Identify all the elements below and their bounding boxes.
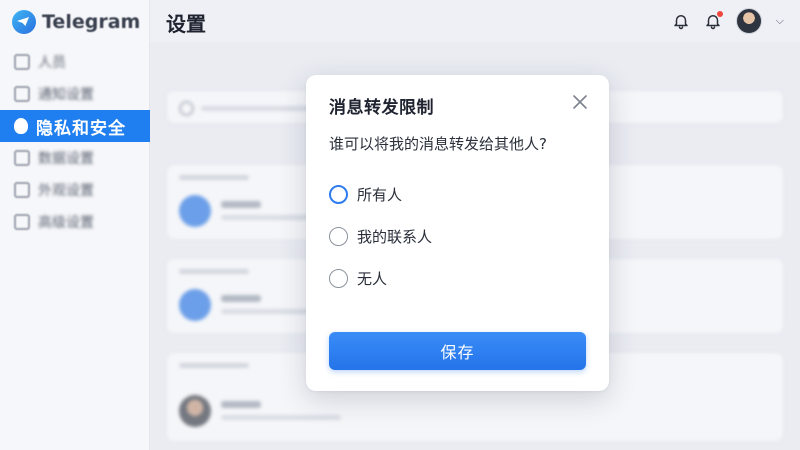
save-button[interactable]: 保存: [329, 332, 586, 370]
sidebar-item-appearance[interactable]: 外观设置: [0, 174, 150, 206]
option-everyone[interactable]: 所有人: [329, 173, 432, 215]
forward-restriction-dialog: 消息转发限制 谁可以将我的消息转发给其他人? 所有人 我的联系人 无人 保存: [306, 75, 609, 391]
bell-icon[interactable]: [672, 12, 690, 30]
sidebar-item-label: 外观设置: [38, 183, 94, 199]
radio-button[interactable]: [329, 268, 348, 288]
close-icon[interactable]: [571, 93, 589, 111]
notification-bell-icon[interactable]: [704, 11, 723, 30]
chevron-down-icon[interactable]: ⌵: [776, 14, 784, 28]
top-bar: 设置 ⌵: [150, 0, 800, 42]
option-nobody[interactable]: 无人: [329, 257, 432, 299]
radio-group: 所有人 我的联系人 无人: [329, 173, 432, 299]
sidebar-item-privacy[interactable]: 隐私和安全: [0, 110, 150, 142]
sidebar-item-advanced[interactable]: 高级设置: [0, 206, 150, 238]
home-icon: [14, 54, 30, 70]
top-bar-actions: ⌵: [672, 8, 784, 34]
sidebar-item-label: 高级设置: [38, 215, 94, 231]
dialog-question: 谁可以将我的消息转发给其他人?: [329, 135, 547, 153]
sidebar-item-notifications[interactable]: 通知设置: [0, 78, 150, 110]
sidebar-item-label: 隐私和安全: [36, 118, 126, 139]
radio-button[interactable]: [329, 184, 348, 204]
app-name: Telegram: [42, 11, 141, 33]
sidebar-item-label: 数据设置: [38, 151, 94, 167]
radio-button[interactable]: [329, 226, 348, 246]
notification-dot: [716, 11, 723, 17]
option-label: 所有人: [357, 185, 403, 204]
page-title: 设置: [166, 12, 206, 36]
user-avatar[interactable]: [735, 8, 762, 34]
sidebar-item-label: 通知设置: [38, 87, 94, 103]
sidebar-item-data[interactable]: 数据设置: [0, 142, 150, 174]
dialog-title: 消息转发限制: [329, 98, 434, 118]
brand: Telegram: [12, 8, 140, 36]
option-label: 无人: [357, 269, 388, 288]
sidebar-item-people[interactable]: 人员: [0, 46, 150, 78]
gear-icon: [14, 150, 30, 166]
option-label: 我的联系人: [357, 227, 433, 246]
home-icon: [14, 86, 30, 102]
sidebar-nav: 人员 通知设置 隐私和安全 数据设置 外观设置 高级设置: [0, 46, 150, 238]
telegram-logo-icon: [12, 10, 36, 34]
sidebar-item-label: 人员: [38, 55, 66, 71]
palette-icon: [14, 182, 30, 198]
sidebar: Telegram 人员 通知设置 隐私和安全 数据设置 外观设置 高级设置: [0, 0, 150, 450]
lock-icon: [14, 118, 28, 134]
settings-icon: [14, 214, 30, 230]
option-my-contacts[interactable]: 我的联系人: [329, 215, 432, 257]
